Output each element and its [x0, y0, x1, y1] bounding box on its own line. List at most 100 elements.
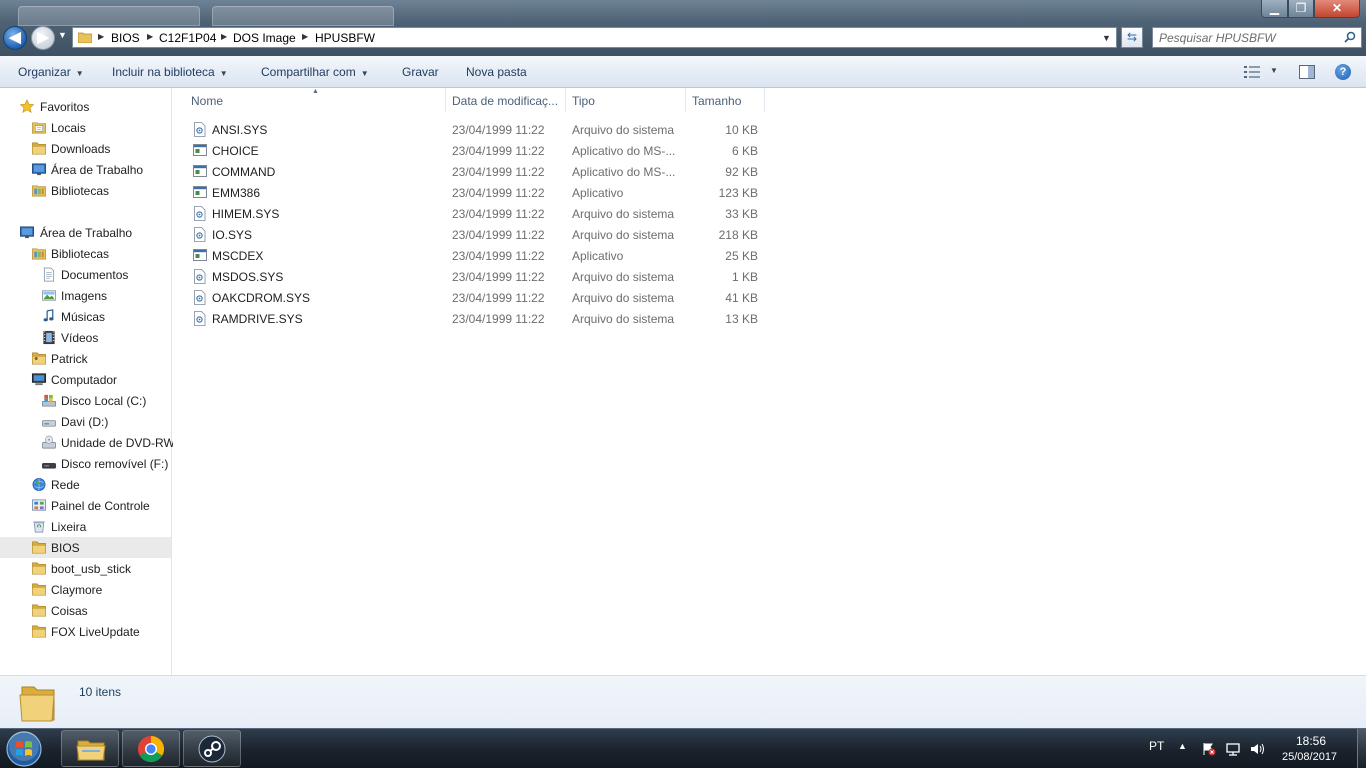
application-icon — [193, 249, 207, 261]
show-hidden-icons-button[interactable]: ▲ — [1178, 741, 1187, 751]
nav-item-bibliotecas[interactable]: Bibliotecas — [0, 180, 171, 201]
nav-item-computador[interactable]: Computador — [0, 369, 171, 390]
view-options-dropdown[interactable]: ▼ — [1270, 66, 1278, 75]
nav-item-area-de-trabalho[interactable]: Área de Trabalho — [0, 222, 171, 243]
breadcrumb-separator[interactable]: ▶ — [147, 32, 153, 41]
file-row[interactable]: EMM386 23/04/1999 11:22 Aplicativo 123 KB — [189, 182, 769, 203]
share-with-button[interactable]: Compartilhar com ▼ — [261, 65, 369, 79]
file-date-modified: 23/04/1999 11:22 — [452, 312, 545, 326]
nav-item-coisas[interactable]: Coisas — [0, 600, 171, 621]
breadcrumb-dos-image[interactable]: DOS Image — [233, 31, 296, 45]
nav-item-davi-d[interactable]: Davi (D:) — [0, 411, 171, 432]
file-row[interactable]: COMMAND 23/04/1999 11:22 Aplicativo do MS-… — [189, 161, 769, 182]
nav-item-rede[interactable]: Rede — [0, 474, 171, 495]
file-row[interactable]: HIMEM.SYS 23/04/1999 11:22 Arquivo do sist… — [189, 203, 769, 224]
breadcrumb-hpusbfw[interactable]: HPUSBFW — [315, 31, 375, 45]
column-header-name[interactable]: Nome — [191, 94, 223, 108]
nav-item-disco-removivel-f[interactable]: Disco removível (F:) — [0, 453, 171, 474]
taskbar-chrome[interactable] — [122, 730, 180, 767]
close-button[interactable]: ✕ — [1314, 0, 1360, 18]
new-folder-button[interactable]: Nova pasta — [466, 65, 527, 79]
file-row[interactable]: MSCDEX 23/04/1999 11:22 Aplicativo 25 KB — [189, 245, 769, 266]
taskbar-windows-explorer[interactable] — [61, 730, 119, 767]
column-divider[interactable] — [445, 88, 446, 112]
back-button[interactable]: ◀ — [3, 26, 27, 50]
column-divider[interactable] — [565, 88, 566, 112]
nav-item-videos[interactable]: Vídeos — [0, 327, 171, 348]
nav-item-painel-de-controle[interactable]: Painel de Controle — [0, 495, 171, 516]
organize-menu-button[interactable]: Organizar ▼ — [18, 65, 84, 79]
nav-item-label: Disco removível (F:) — [61, 457, 169, 471]
file-row[interactable]: IO.SYS 23/04/1999 11:22 Arquivo do sistema… — [189, 224, 769, 245]
breadcrumb-separator[interactable]: ▶ — [98, 32, 104, 41]
file-row[interactable]: RAMDRIVE.SYS 23/04/1999 11:22 Arquivo do s… — [189, 308, 769, 329]
breadcrumb-bios[interactable]: BIOS — [111, 31, 140, 45]
column-header-type[interactable]: Tipo — [572, 94, 595, 108]
input-language-indicator[interactable]: PT — [1149, 739, 1164, 753]
nav-item-area-de-trabalho[interactable]: Área de Trabalho — [0, 159, 171, 180]
file-type: Arquivo do sistema — [572, 270, 675, 284]
preview-pane-icon[interactable] — [1299, 65, 1315, 79]
include-in-library-button[interactable]: Incluir na biblioteca ▼ — [112, 65, 228, 79]
nav-item-claymore[interactable]: Claymore — [0, 579, 171, 600]
desktop-icon — [20, 226, 34, 239]
file-date-modified: 23/04/1999 11:22 — [452, 165, 545, 179]
nav-item-downloads[interactable]: Downloads — [0, 138, 171, 159]
clock-date[interactable]: 25/08/2017 — [1282, 751, 1337, 763]
nav-item-bibliotecas[interactable]: Bibliotecas — [0, 243, 171, 264]
nav-item-favoritos[interactable]: Favoritos — [0, 96, 171, 117]
recent-pages-dropdown[interactable]: ▼ — [58, 30, 67, 40]
nav-item-bios[interactable]: BIOS — [0, 537, 171, 558]
file-type: Aplicativo — [572, 186, 624, 200]
nav-item-documentos[interactable]: Documentos — [0, 264, 171, 285]
search-input[interactable] — [1159, 30, 1339, 45]
file-row[interactable]: CHOICE 23/04/1999 11:22 Aplicativo do MS-.… — [189, 140, 769, 161]
forward-button[interactable]: ▶ — [31, 26, 55, 50]
file-date-modified: 23/04/1999 11:22 — [452, 186, 545, 200]
nav-item-fox-liveupdate[interactable]: FOX LiveUpdate — [0, 621, 171, 642]
folder-icon — [32, 541, 46, 554]
maximize-button[interactable]: ❐ — [1288, 0, 1314, 18]
volume-icon[interactable] — [1250, 742, 1264, 756]
file-row[interactable]: MSDOS.SYS 23/04/1999 11:22 Arquivo do sist… — [189, 266, 769, 287]
computer-icon — [31, 373, 47, 386]
nav-item-boot-usb-stick[interactable]: boot_usb_stick — [0, 558, 171, 579]
help-icon[interactable]: ? — [1335, 64, 1351, 80]
burn-button[interactable]: Gravar — [402, 65, 439, 79]
view-options-icon[interactable] — [1244, 66, 1260, 78]
nav-item-lixeira[interactable]: Lixeira — [0, 516, 171, 537]
file-row[interactable]: ANSI.SYS 23/04/1999 11:22 Arquivo do siste… — [189, 119, 769, 140]
show-desktop-button[interactable] — [1357, 729, 1366, 768]
start-button[interactable] — [2, 730, 46, 768]
file-name: MSDOS.SYS — [212, 270, 284, 284]
nav-item-label: Claymore — [51, 583, 103, 597]
address-dropdown-button[interactable]: ▼ — [1102, 33, 1111, 43]
search-box[interactable] — [1152, 27, 1362, 48]
nav-item-patrick[interactable]: Patrick — [0, 348, 171, 369]
column-header-size[interactable]: Tamanho — [692, 94, 741, 108]
nav-item-unidade-de-dvd-rw[interactable]: Unidade de DVD-RW — [0, 432, 175, 453]
breadcrumb-separator[interactable]: ▶ — [302, 32, 308, 41]
address-bar[interactable]: ▶ BIOS ▶ C12F1P04 ▶ DOS Image ▶ HPUSBFW … — [72, 27, 1117, 48]
nav-item-imagens[interactable]: Imagens — [0, 285, 171, 306]
local-disk-icon — [42, 394, 56, 407]
taskbar-steam[interactable] — [183, 730, 241, 767]
nav-item-disco-local-c[interactable]: Disco Local (C:) — [0, 390, 171, 411]
column-divider[interactable] — [685, 88, 686, 112]
network-tray-icon[interactable] — [1226, 742, 1240, 756]
refresh-button[interactable]: ⇆ — [1121, 27, 1143, 48]
action-center-icon[interactable] — [1202, 742, 1216, 756]
minimize-button[interactable]: ▁ — [1261, 0, 1288, 18]
breadcrumb-separator[interactable]: ▶ — [221, 32, 227, 41]
breadcrumb-c12f1p04[interactable]: C12F1P04 — [159, 31, 216, 45]
folder-icon — [32, 583, 46, 596]
nav-item-musicas[interactable]: Músicas — [0, 306, 171, 327]
clock-time[interactable]: 18:56 — [1296, 734, 1326, 748]
column-header-date-modified[interactable]: Data de modificaç... — [452, 94, 558, 108]
drive-icon — [42, 420, 56, 427]
file-date-modified: 23/04/1999 11:22 — [452, 249, 545, 263]
nav-item-locais[interactable]: Locais — [0, 117, 171, 138]
search-icon[interactable] — [1344, 31, 1356, 43]
column-divider[interactable] — [764, 88, 765, 112]
file-row[interactable]: OAKCDROM.SYS 23/04/1999 11:22 Arquivo do s… — [189, 287, 769, 308]
